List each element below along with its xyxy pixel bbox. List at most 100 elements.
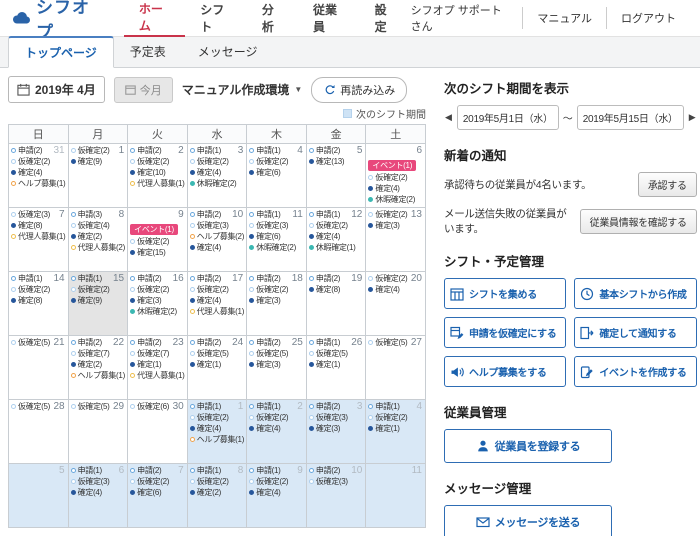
shift-entry[interactable]: 仮確定(2): [190, 284, 231, 295]
shift-entry[interactable]: 仮確定(5): [71, 401, 112, 412]
shift-entry[interactable]: 仮確定(3): [190, 220, 231, 231]
shift-entry[interactable]: 仮確定(3): [11, 209, 58, 220]
shift-entry[interactable]: 仮確定(4): [71, 220, 118, 231]
calendar-day-cell[interactable]: 28仮確定(5): [9, 400, 69, 464]
nav-item-home[interactable]: ホーム: [124, 0, 185, 37]
shift-entry[interactable]: 確定(10): [130, 167, 185, 178]
today-button[interactable]: 今月: [114, 77, 173, 103]
shift-entry[interactable]: 確定(15): [130, 247, 185, 258]
shift-entry[interactable]: 確定(4): [368, 284, 410, 295]
shift-entry[interactable]: 仮確定(2): [71, 284, 112, 295]
calendar-day-cell[interactable]: 30仮確定(6): [128, 400, 188, 464]
calendar-day-cell[interactable]: 4申請(1)仮確定(2)確定(6): [247, 144, 307, 208]
register-staff-button[interactable]: 従業員を登録する: [444, 429, 612, 463]
shift-entry[interactable]: 確定(2): [190, 487, 245, 498]
shift-entry[interactable]: 申請(2): [190, 273, 231, 284]
calendar-day-cell[interactable]: 21仮確定(5): [9, 336, 69, 400]
calendar-day-cell[interactable]: 6イベント(1)仮確定(2)確定(4)休暇確定(2): [366, 144, 426, 208]
calendar-day-cell[interactable]: 1申請(1)仮確定(2)確定(4)ヘルプ募集(1): [187, 400, 247, 464]
shift-entry[interactable]: 申請(2): [249, 337, 290, 348]
shift-entry[interactable]: 確定(3): [368, 220, 410, 231]
confirm-notify-button[interactable]: 確定して通知する: [574, 317, 696, 348]
calendar-day-cell[interactable]: 23申請(2)仮確定(7)確定(1)代理人募集(1): [128, 336, 188, 400]
shift-entry[interactable]: 仮確定(3): [309, 476, 350, 487]
shift-entry[interactable]: 申請(1): [249, 465, 296, 476]
tab-schedule[interactable]: 予定表: [114, 36, 182, 67]
shift-entry[interactable]: 申請(1): [190, 465, 237, 476]
calendar-day-cell[interactable]: 25申請(2)仮確定(5)確定(3): [247, 336, 307, 400]
shift-entry[interactable]: 申請(2): [130, 465, 177, 476]
shift-entry[interactable]: 仮確定(2): [368, 172, 423, 183]
shift-entry[interactable]: 確定(4): [71, 487, 126, 498]
calendar-day-cell[interactable]: 11申請(1)仮確定(3)確定(6)休暇確定(2): [247, 208, 307, 272]
next-period-arrow[interactable]: ▶: [688, 110, 697, 125]
calendar-day-cell[interactable]: 2申請(1)仮確定(2)確定(4): [247, 400, 307, 464]
shift-entry[interactable]: 仮確定(6): [130, 401, 171, 412]
shift-entry[interactable]: 確定(6): [249, 167, 304, 178]
shift-entry[interactable]: 確定(3): [309, 423, 364, 434]
calendar-day-cell[interactable]: 5: [9, 464, 69, 528]
calendar-day-cell[interactable]: 10申請(2)仮確定(3): [306, 464, 366, 528]
shift-entry[interactable]: 代理人募集(1): [11, 231, 66, 242]
tab-top-page[interactable]: トップページ: [8, 36, 114, 68]
shift-entry[interactable]: 仮確定(5): [249, 348, 290, 359]
shift-entry[interactable]: ヘルプ募集(1): [71, 370, 126, 381]
shift-entry[interactable]: 確定(3): [130, 295, 185, 306]
shift-entry[interactable]: 仮確定(2): [11, 156, 52, 167]
shift-entry[interactable]: 確定(4): [190, 167, 245, 178]
calendar-day-cell[interactable]: 26申請(1)仮確定(5)確定(1): [306, 336, 366, 400]
shift-entry[interactable]: 確定(9): [71, 156, 118, 167]
shift-entry[interactable]: 休暇確定(2): [190, 178, 245, 189]
shift-entry[interactable]: 仮確定(3): [309, 412, 356, 423]
calendar-day-cell[interactable]: 3申請(1)仮確定(2)確定(4)休暇確定(2): [187, 144, 247, 208]
calendar-day-cell[interactable]: 1仮確定(2)確定(9): [68, 144, 128, 208]
calendar-day-cell[interactable]: 7仮確定(3)確定(8)代理人募集(1): [9, 208, 69, 272]
shift-entry[interactable]: 申請(1): [249, 209, 291, 220]
calendar-day-cell[interactable]: 6申請(1)仮確定(3)確定(4): [68, 464, 128, 528]
shift-entry[interactable]: 申請(2): [309, 465, 350, 476]
shift-entry[interactable]: 仮確定(5): [190, 348, 231, 359]
shift-entry[interactable]: 仮確定(2): [190, 412, 237, 423]
shift-entry[interactable]: 申請(1): [71, 465, 118, 476]
shift-entry[interactable]: 仮確定(2): [71, 145, 118, 156]
shift-entry[interactable]: 確定(2): [71, 359, 126, 370]
shift-entry[interactable]: 確定(8): [11, 295, 66, 306]
shift-entry[interactable]: 申請(1): [249, 145, 296, 156]
shift-entry[interactable]: 仮確定(2): [11, 284, 52, 295]
environment-dropdown[interactable]: マニュアル作成環境 ▼: [182, 81, 303, 98]
shift-entry[interactable]: 申請(2): [71, 337, 112, 348]
calendar-day-cell[interactable]: 24申請(2)仮確定(5)確定(1): [187, 336, 247, 400]
shift-entry[interactable]: 確定(2): [71, 231, 126, 242]
calendar-day-cell[interactable]: 10申請(2)仮確定(3)ヘルプ募集(2)確定(4): [187, 208, 247, 272]
shift-entry[interactable]: 確定(1): [190, 359, 245, 370]
shift-entry[interactable]: 休暇確定(2): [130, 306, 185, 317]
nav-item-analysis[interactable]: 分析: [247, 0, 298, 37]
calendar-day-cell[interactable]: 17申請(2)仮確定(2)確定(4)代理人募集(1): [187, 272, 247, 336]
shift-entry[interactable]: 申請(2): [249, 273, 290, 284]
nav-item-settings[interactable]: 設定: [360, 0, 411, 37]
shift-entry[interactable]: 確定(3): [249, 295, 304, 306]
calendar-day-cell[interactable]: 12申請(1)仮確定(2)確定(4)休暇確定(1): [306, 208, 366, 272]
shift-entry[interactable]: 仮確定(2): [249, 156, 296, 167]
check-staff-info-button[interactable]: 従業員情報を確認する: [580, 209, 697, 234]
calendar-day-cell[interactable]: 3申請(2)仮確定(3)確定(3): [306, 400, 366, 464]
shift-entry[interactable]: 申請(3): [71, 209, 118, 220]
shift-entry[interactable]: 申請(1): [190, 145, 237, 156]
shift-entry[interactable]: 申請(1): [249, 401, 296, 412]
shift-entry[interactable]: 仮確定(5): [11, 401, 52, 412]
help-recruit-button[interactable]: ヘルプ募集をする: [444, 356, 566, 387]
shift-entry[interactable]: 確定(1): [368, 423, 423, 434]
shift-entry[interactable]: 仮確定(5): [11, 337, 52, 348]
collect-shift-button[interactable]: シフトを集める: [444, 278, 566, 309]
shift-entry[interactable]: 仮確定(5): [368, 337, 410, 348]
shift-entry[interactable]: 仮確定(2): [190, 156, 237, 167]
nav-item-shift[interactable]: シフト: [185, 0, 247, 37]
shift-entry[interactable]: 申請(2): [190, 209, 231, 220]
shift-entry[interactable]: 確定(4): [249, 487, 304, 498]
shift-entry[interactable]: 確定(13): [309, 156, 356, 167]
tentative-approve-button[interactable]: 申請を仮確定にする: [444, 317, 566, 348]
shift-entry[interactable]: 代理人募集(1): [190, 306, 245, 317]
calendar-day-cell[interactable]: 16申請(2)仮確定(2)確定(3)休暇確定(2): [128, 272, 188, 336]
shift-entry[interactable]: ヘルプ募集(1): [190, 434, 245, 445]
shift-entry[interactable]: 申請(2): [11, 145, 52, 156]
